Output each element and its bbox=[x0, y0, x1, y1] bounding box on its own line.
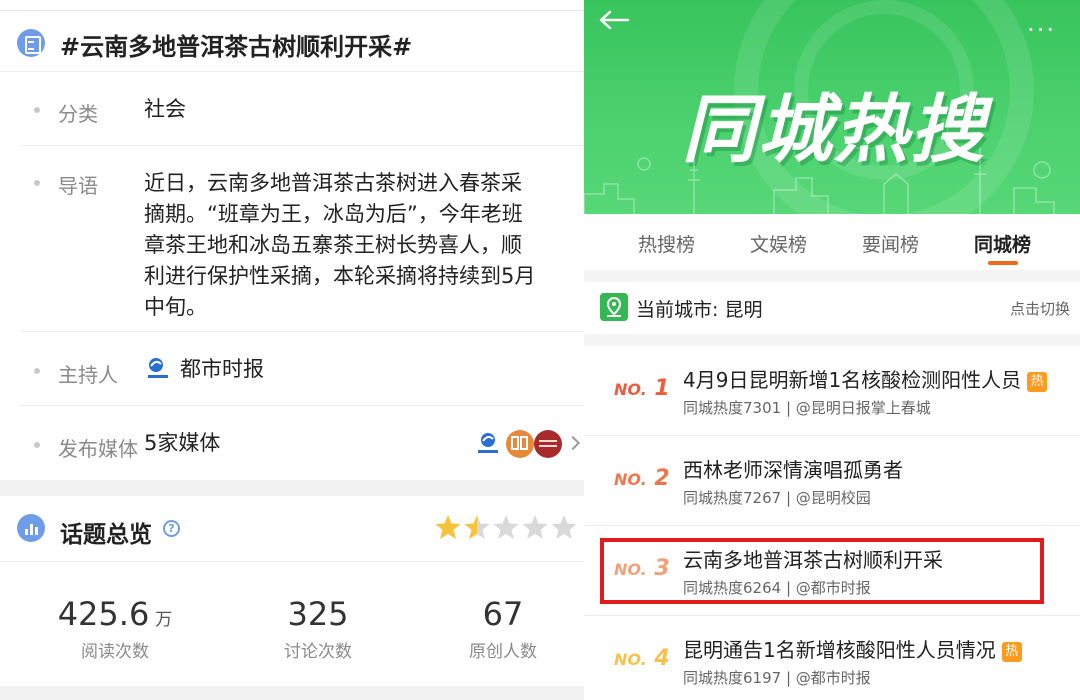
host-value[interactable]: 都市时报 bbox=[180, 354, 264, 385]
stat-original-authors: 67 原创人数 bbox=[413, 595, 593, 662]
intro-line: 章茶王地和冰岛五寨茶王树长势喜人，顺 bbox=[144, 233, 522, 257]
stat-number: 325 bbox=[287, 595, 349, 633]
overview-header: 话题总览 ? bbox=[0, 496, 584, 562]
item-meta: 同城热度6197 | @都市时报 bbox=[683, 669, 871, 687]
category-row: 分类 社会 bbox=[20, 74, 584, 146]
stat-number: 67 bbox=[482, 595, 524, 633]
tab-news[interactable]: 要闻榜 bbox=[862, 230, 919, 257]
bullet-dot bbox=[34, 442, 40, 448]
topic-panel: #云南多地普洱茶古树顺利开采# 分类 社会 导语 近日，云南多地普洱茶古茶树进入… bbox=[0, 0, 584, 700]
category-label: 分类 bbox=[58, 102, 98, 126]
stat-discussions: 325 讨论次数 bbox=[228, 595, 408, 662]
intro-line: 中旬。 bbox=[144, 295, 207, 319]
local-ranking-list: NO. 1 4月9日昆明新增1名核酸检测阳性人员热 同城热度7301 | @昆明… bbox=[584, 346, 1080, 700]
star-icon bbox=[551, 515, 577, 539]
back-arrow-icon[interactable] bbox=[598, 10, 630, 30]
location-pin-icon bbox=[600, 293, 628, 321]
topic-list-icon bbox=[17, 29, 45, 57]
item-meta: 同城热度7267 | @昆明校园 bbox=[683, 489, 871, 507]
section-divider bbox=[0, 480, 584, 496]
topic-header: #云南多地普洱茶古树顺利开采# bbox=[0, 10, 584, 72]
dushi-shibao-logo-icon bbox=[148, 358, 168, 378]
current-city-bar: 当前城市: 昆明 点击切换 bbox=[584, 282, 1080, 334]
list-item[interactable]: NO. 2 西林老师深情演唱孤勇者 同城热度7267 | @昆明校园 bbox=[584, 436, 1080, 526]
star-icon bbox=[493, 515, 519, 539]
media-row[interactable]: 发布媒体 5家媒体 bbox=[20, 406, 584, 480]
highlight-box bbox=[600, 538, 1044, 604]
switch-city-button[interactable]: 点击切换 bbox=[1010, 298, 1070, 319]
stat-caption: 阅读次数 bbox=[81, 642, 149, 662]
intro-label: 导语 bbox=[58, 174, 98, 198]
rank-label: NO. 4 bbox=[614, 646, 670, 671]
bullet-dot bbox=[34, 107, 40, 113]
list-item[interactable]: NO. 4 昆明通告1名新增核酸阳性人员情况热 同城热度6197 | @都市时报 bbox=[584, 616, 1080, 700]
tab-entertainment[interactable]: 文娱榜 bbox=[750, 230, 807, 257]
list-item[interactable]: NO. 1 4月9日昆明新增1名核酸检测阳性人员热 同城热度7301 | @昆明… bbox=[584, 346, 1080, 436]
hot-badge: 热 bbox=[1001, 642, 1022, 662]
rank-label: NO. 2 bbox=[614, 466, 670, 491]
item-title: 西林老师深情演唱孤勇者 bbox=[683, 458, 903, 482]
stat-number: 425.6 bbox=[57, 595, 150, 633]
intro-line: 摘期。“班章为王，冰岛为后”，今年老班 bbox=[144, 202, 523, 226]
stat-caption: 讨论次数 bbox=[284, 642, 352, 662]
media-logos-icon bbox=[478, 430, 562, 458]
intro-line: 近日，云南多地普洱茶古茶树进入春茶采 bbox=[144, 171, 522, 195]
overview-title: 话题总览 bbox=[60, 522, 152, 548]
ranking-tabs: 热搜榜 文娱榜 要闻榜 同城榜 bbox=[584, 214, 1080, 270]
tab-local[interactable]: 同城榜 bbox=[974, 230, 1031, 257]
star-icon bbox=[522, 515, 548, 539]
rating-stars bbox=[435, 515, 577, 539]
stat-unit: 万 bbox=[155, 610, 173, 630]
help-icon[interactable]: ? bbox=[163, 520, 180, 537]
star-icon bbox=[464, 515, 490, 539]
topic-title: #云南多地普洱茶古树顺利开采# bbox=[60, 33, 413, 61]
item-meta: 同城热度7301 | @昆明日报掌上春城 bbox=[683, 399, 931, 417]
rank-label: NO. 1 bbox=[614, 376, 670, 401]
media-label: 发布媒体 bbox=[58, 437, 138, 461]
intro-line: 利进行保护性采摘，本轮采摘将持续到5月 bbox=[144, 264, 536, 288]
hot-badge: 热 bbox=[1027, 372, 1048, 392]
bottom-divider bbox=[0, 686, 584, 700]
bullet-dot bbox=[34, 180, 40, 186]
more-icon[interactable]: ··· bbox=[1027, 16, 1056, 44]
item-title: 4月9日昆明新增1名核酸检测阳性人员热 bbox=[683, 364, 1048, 393]
stat-caption: 原创人数 bbox=[469, 642, 537, 662]
current-city-label: 当前城市: 昆明 bbox=[636, 299, 763, 321]
intro-row: 导语 近日，云南多地普洱茶古茶树进入春茶采 摘期。“班章为王，冰岛为后”，今年老… bbox=[20, 146, 584, 332]
star-icon bbox=[435, 515, 461, 539]
stat-reads: 425.6 万 阅读次数 bbox=[25, 595, 205, 662]
hot-search-banner: ··· 同城热搜 bbox=[584, 0, 1080, 214]
intro-text: 近日，云南多地普洱茶古茶树进入春茶采 摘期。“班章为王，冰岛为后”，今年老班 章… bbox=[144, 168, 584, 323]
category-value[interactable]: 社会 bbox=[144, 94, 186, 125]
active-tab-indicator bbox=[988, 261, 1018, 265]
host-label: 主持人 bbox=[58, 363, 118, 387]
bullet-dot bbox=[34, 368, 40, 374]
city-skyline-icon bbox=[584, 148, 1055, 214]
bar-chart-icon bbox=[17, 514, 45, 542]
item-title: 昆明通告1名新增核酸阳性人员情况热 bbox=[683, 634, 1022, 663]
host-row[interactable]: 主持人 都市时报 bbox=[20, 332, 584, 406]
tab-hot-search[interactable]: 热搜榜 bbox=[638, 230, 695, 257]
local-hot-search-panel: ··· 同城热搜 热搜榜 文娱榜 要闻榜 同城榜 当前城市: 昆明 点击切换 N… bbox=[584, 0, 1080, 700]
media-value[interactable]: 5家媒体 bbox=[144, 428, 220, 459]
